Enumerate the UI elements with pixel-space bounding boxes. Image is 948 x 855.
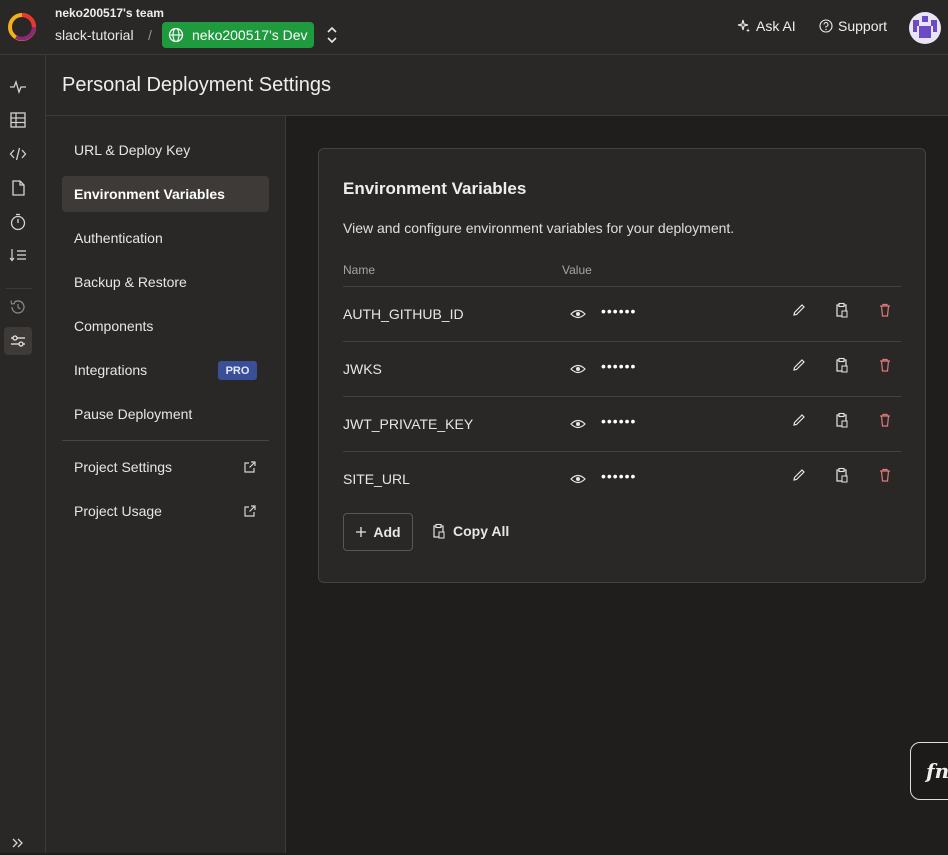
environment-variables-card: Environment Variables View and configure… bbox=[318, 148, 926, 583]
nav-item-url-deploy-key[interactable]: URL & Deploy Key bbox=[62, 132, 269, 168]
env-var-name: JWKS bbox=[343, 361, 382, 377]
nav-item-pause-deployment[interactable]: Pause Deployment bbox=[62, 396, 269, 432]
nav-item-label: Project Usage bbox=[74, 503, 162, 519]
env-var-row: JWKS •••••• bbox=[343, 341, 901, 396]
column-header-name: Name bbox=[343, 263, 376, 277]
copy-clipboard-icon[interactable] bbox=[834, 412, 850, 428]
nav-divider bbox=[62, 440, 269, 441]
health-icon[interactable] bbox=[6, 75, 30, 99]
page-header: Personal Deployment Settings bbox=[46, 55, 948, 116]
pro-badge: PRO bbox=[218, 361, 257, 380]
delete-trash-icon[interactable] bbox=[877, 302, 893, 318]
ask-ai-label: Ask AI bbox=[756, 18, 796, 34]
env-var-name: JWT_PRIVATE_KEY bbox=[343, 416, 474, 432]
nav-item-authentication[interactable]: Authentication bbox=[62, 220, 269, 256]
nav-item-label: Authentication bbox=[74, 230, 163, 246]
nav-item-components[interactable]: Components bbox=[62, 308, 269, 344]
deployment-selector[interactable]: neko200517's Dev bbox=[162, 22, 314, 48]
breadcrumb-separator: / bbox=[148, 27, 152, 43]
env-var-row: SITE_URL •••••• bbox=[343, 451, 901, 506]
nav-link-project-settings[interactable]: Project Settings bbox=[62, 449, 269, 485]
help-circle-icon bbox=[819, 19, 833, 33]
eye-icon[interactable] bbox=[570, 417, 586, 431]
eye-icon[interactable] bbox=[570, 362, 586, 376]
eye-icon[interactable] bbox=[570, 307, 586, 321]
copy-clipboard-icon[interactable] bbox=[834, 302, 850, 318]
nav-item-label: Project Settings bbox=[74, 459, 173, 475]
copy-clipboard-icon[interactable] bbox=[834, 357, 850, 373]
env-var-row: JWT_PRIVATE_KEY •••••• bbox=[343, 396, 901, 451]
nav-link-project-usage[interactable]: Project Usage bbox=[62, 493, 269, 529]
external-link-icon bbox=[244, 505, 256, 517]
delete-trash-icon[interactable] bbox=[877, 467, 893, 483]
convex-logo-icon[interactable] bbox=[8, 13, 36, 41]
history-icon[interactable] bbox=[6, 295, 30, 319]
copy-clipboard-icon[interactable] bbox=[834, 467, 850, 483]
sparkle-icon bbox=[737, 19, 750, 33]
plus-icon bbox=[356, 527, 367, 537]
settings-nav: URL & Deploy Key Environment Variables A… bbox=[46, 116, 286, 853]
env-var-value-masked: •••••• bbox=[601, 358, 637, 374]
support-label: Support bbox=[838, 18, 888, 34]
avatar[interactable] bbox=[909, 12, 941, 44]
function-runner-button[interactable]: fn bbox=[910, 742, 948, 800]
copy-all-label: Copy All bbox=[453, 523, 510, 539]
env-var-name: SITE_URL bbox=[343, 471, 410, 487]
nav-item-label: Backup & Restore bbox=[74, 274, 187, 290]
expand-sidebar-icon[interactable] bbox=[6, 831, 30, 855]
project-name[interactable]: slack-tutorial bbox=[55, 27, 134, 43]
nav-item-backup-restore[interactable]: Backup & Restore bbox=[62, 264, 269, 300]
add-label: Add bbox=[373, 524, 401, 540]
card-title: Environment Variables bbox=[343, 179, 527, 198]
edit-pencil-icon[interactable] bbox=[791, 302, 807, 318]
nav-item-label: Environment Variables bbox=[74, 186, 225, 202]
nav-item-label: Integrations bbox=[74, 362, 148, 378]
env-var-name: AUTH_GITHUB_ID bbox=[343, 306, 464, 322]
left-icon-rail bbox=[0, 55, 46, 853]
settings-sliders-icon[interactable] bbox=[4, 327, 32, 355]
data-table-icon[interactable] bbox=[6, 108, 30, 132]
logs-list-icon[interactable] bbox=[6, 243, 30, 267]
nav-item-label: URL & Deploy Key bbox=[74, 142, 191, 158]
edit-pencil-icon[interactable] bbox=[791, 467, 807, 483]
nav-item-integrations[interactable]: Integrations PRO bbox=[62, 352, 269, 388]
column-header-value: Value bbox=[562, 263, 592, 277]
files-icon[interactable] bbox=[6, 176, 30, 200]
env-var-value-masked: •••••• bbox=[601, 468, 637, 484]
copy-all-button[interactable]: Copy All bbox=[431, 523, 509, 539]
eye-icon[interactable] bbox=[570, 472, 586, 486]
env-var-value-masked: •••••• bbox=[601, 303, 637, 319]
user-identicon-icon bbox=[913, 16, 937, 38]
nav-item-label: Pause Deployment bbox=[74, 406, 193, 422]
ask-ai-button[interactable]: Ask AI bbox=[737, 18, 796, 34]
support-button[interactable]: Support bbox=[819, 18, 887, 34]
copy-clipboard-icon bbox=[433, 523, 445, 539]
add-env-var-button[interactable]: Add bbox=[343, 513, 413, 551]
top-bar: neko200517's team slack-tutorial / neko2… bbox=[0, 0, 948, 55]
env-var-row: AUTH_GITHUB_ID •••••• bbox=[343, 286, 901, 341]
functions-code-icon[interactable] bbox=[6, 142, 30, 166]
edit-pencil-icon[interactable] bbox=[791, 357, 807, 373]
globe-icon bbox=[168, 27, 184, 43]
schedules-timer-icon[interactable] bbox=[6, 210, 30, 234]
delete-trash-icon[interactable] bbox=[877, 412, 893, 428]
nav-item-label: Components bbox=[74, 318, 154, 334]
rail-divider bbox=[6, 288, 32, 289]
env-var-value-masked: •••••• bbox=[601, 413, 637, 429]
edit-pencil-icon[interactable] bbox=[791, 412, 807, 428]
external-link-icon bbox=[244, 461, 256, 473]
chevron-up-down-icon[interactable] bbox=[324, 26, 340, 44]
page-title: Personal Deployment Settings bbox=[62, 74, 332, 96]
delete-trash-icon[interactable] bbox=[877, 357, 893, 373]
team-name[interactable]: neko200517's team bbox=[55, 6, 164, 20]
deployment-name: neko200517's Dev bbox=[192, 27, 308, 43]
card-description: View and configure environment variables… bbox=[343, 220, 735, 236]
nav-item-environment-variables[interactable]: Environment Variables bbox=[62, 176, 269, 212]
